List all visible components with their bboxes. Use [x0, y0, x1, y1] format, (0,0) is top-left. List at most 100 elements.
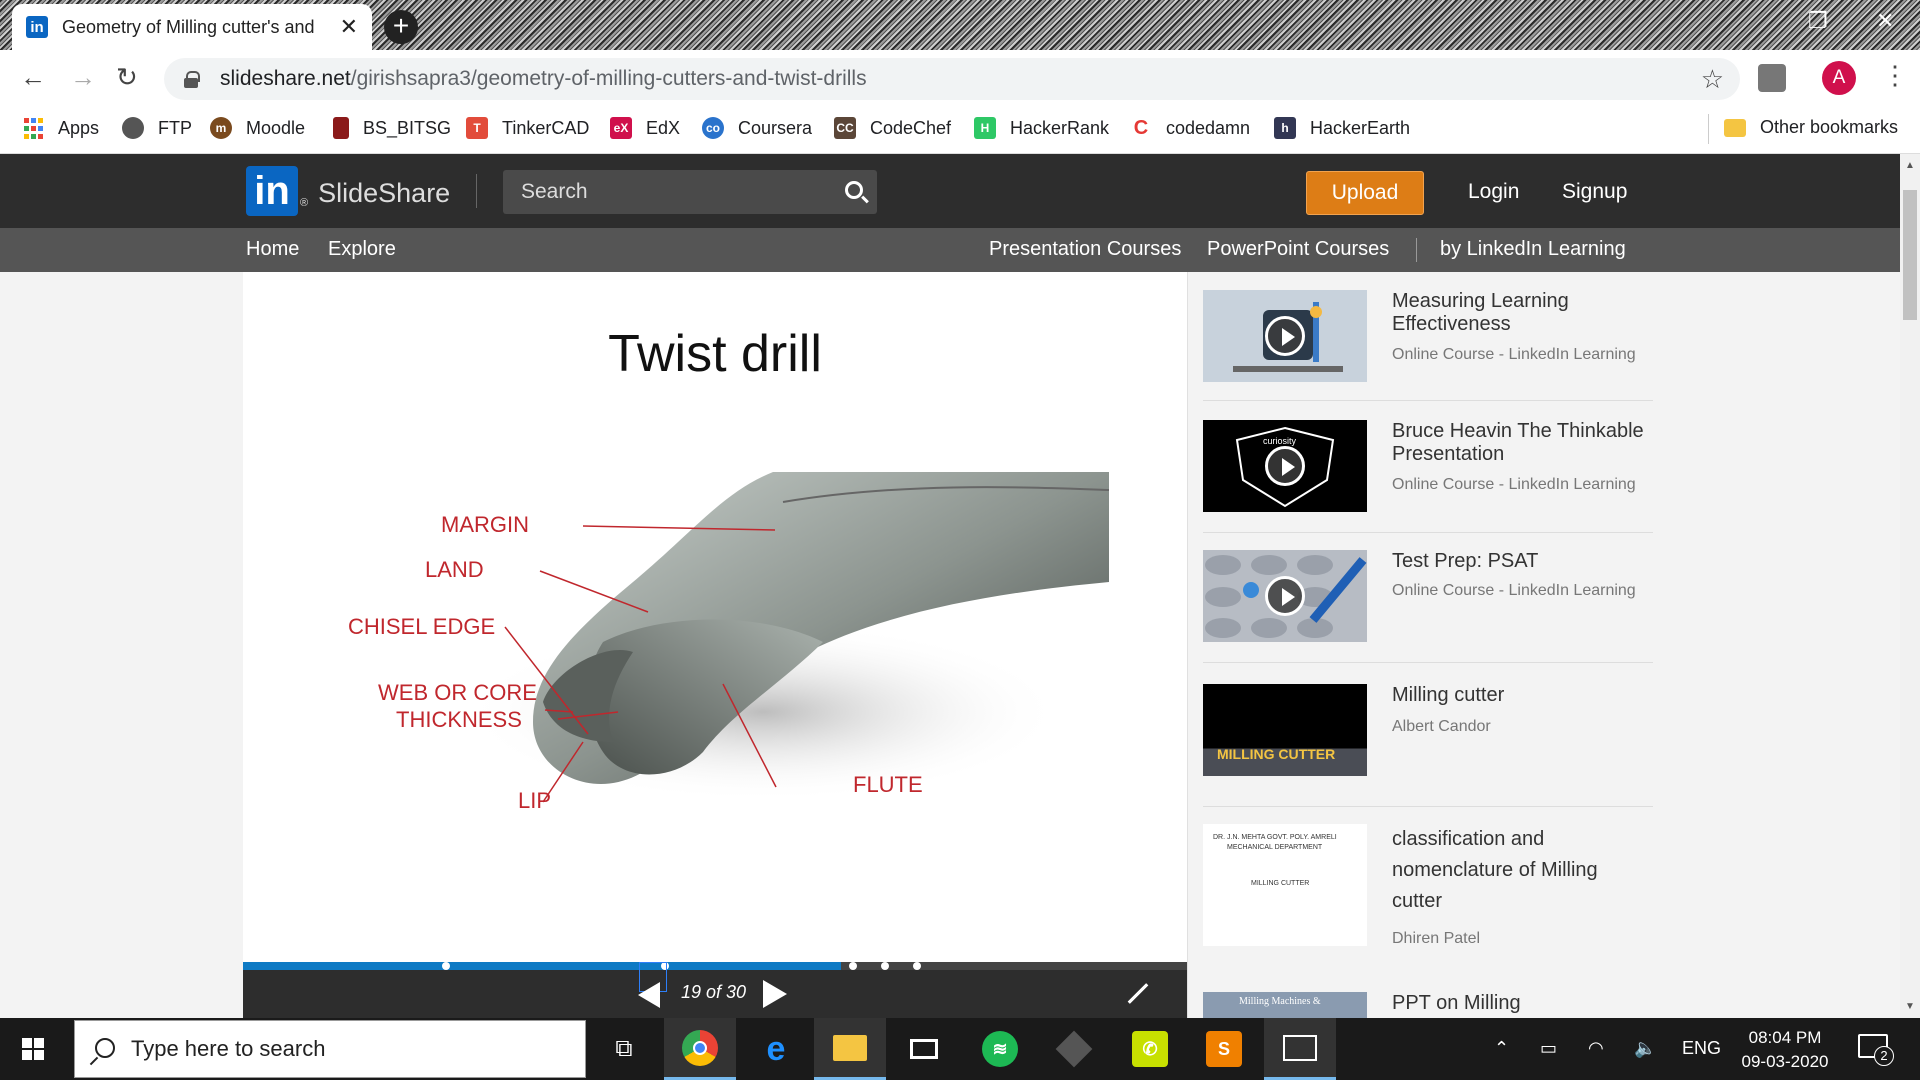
progress-marker[interactable]: [881, 962, 889, 970]
label-chisel-edge: CHISEL EDGE: [348, 614, 495, 639]
volume-icon[interactable]: 🔈: [1634, 1038, 1656, 1059]
related-item[interactable]: curiosity Bruce Heavin The Thinkable Pre…: [1203, 420, 1653, 536]
next-slide-button[interactable]: [763, 980, 787, 1008]
bookmark-hackerrank[interactable]: H HackerRank: [974, 117, 1109, 139]
whatsapp-icon[interactable]: ✆: [1114, 1018, 1186, 1080]
taskbar-search-input[interactable]: [131, 1021, 571, 1077]
related-thumbnail[interactable]: Milling Machines &: [1203, 992, 1367, 1018]
signup-link[interactable]: Signup: [1562, 180, 1627, 204]
nav-home[interactable]: Home: [246, 238, 299, 261]
back-button[interactable]: ←: [20, 62, 46, 93]
edge-icon[interactable]: e: [740, 1018, 812, 1080]
nav-presentation-courses[interactable]: Presentation Courses: [989, 238, 1181, 261]
related-thumbnail[interactable]: MILLING CUTTER: [1203, 684, 1367, 776]
related-item[interactable]: Measuring Learning Effectiveness Online …: [1203, 290, 1653, 406]
slide-viewer[interactable]: Twist drill MARGIN LAND CHISEL EDGE WEB …: [243, 272, 1187, 962]
sublime-text-icon[interactable]: S: [1188, 1018, 1260, 1080]
taskbar-search: [74, 1020, 586, 1078]
bookmark-codedamn[interactable]: Ccodedamn: [1130, 117, 1250, 139]
close-tab-icon[interactable]: ✕: [340, 14, 358, 40]
reload-button[interactable]: ↻: [116, 62, 138, 93]
search-input[interactable]: [503, 170, 823, 214]
profile-avatar[interactable]: A: [1822, 61, 1856, 95]
related-thumbnail[interactable]: curiosity: [1203, 420, 1367, 512]
bookmark-hackerearth[interactable]: h HackerEarth: [1274, 117, 1410, 139]
language-indicator[interactable]: ENG: [1682, 1038, 1721, 1059]
scrollbar-thumb[interactable]: [1903, 190, 1917, 320]
bookmark-apps[interactable]: Apps: [22, 117, 99, 139]
related-item[interactable]: MILLING CUTTER Milling cutter Albert Can…: [1203, 684, 1653, 807]
wifi-icon[interactable]: ◠: [1588, 1038, 1604, 1059]
page-scrollbar[interactable]: ▲ ▼: [1900, 154, 1920, 1018]
bookmark-tinkercad[interactable]: T TinkerCAD: [466, 117, 589, 139]
chrome-icon[interactable]: [664, 1018, 736, 1080]
label-lip: LIP: [518, 788, 551, 813]
related-title[interactable]: Measuring Learning Effectiveness: [1392, 290, 1652, 336]
scroll-down-icon[interactable]: ▼: [1905, 1001, 1915, 1012]
photos-icon[interactable]: [1264, 1018, 1336, 1080]
related-title[interactable]: Bruce Heavin The Thinkable Presentation: [1392, 420, 1652, 466]
restore-window-icon[interactable]: ❐: [1808, 8, 1828, 34]
previous-slide-button[interactable]: [638, 982, 660, 1008]
related-thumbnail[interactable]: [1203, 550, 1367, 642]
linkedin-logo-icon[interactable]: in: [246, 166, 298, 216]
play-icon[interactable]: [1265, 316, 1305, 356]
related-item[interactable]: Milling Machines & PPT on Milling: [1203, 992, 1653, 1018]
fullscreen-icon[interactable]: [1127, 982, 1149, 1004]
related-thumbnail[interactable]: [1203, 290, 1367, 382]
spotify-icon[interactable]: ≋: [964, 1018, 1036, 1080]
browser-tab-active[interactable]: in Geometry of Milling cutter's and ✕: [12, 4, 372, 50]
bookmark-codechef[interactable]: CC CodeChef: [834, 117, 951, 139]
related-title[interactable]: Milling cutter: [1392, 684, 1652, 707]
slideshare-brand[interactable]: ® SlideShare: [300, 178, 450, 209]
related-title[interactable]: PPT on Milling: [1392, 992, 1652, 1015]
bookmark-star-icon[interactable]: ☆: [1701, 64, 1724, 95]
battery-icon[interactable]: ▭: [1540, 1038, 1557, 1059]
page-content: in ®SlideShare Upload Login Signup Home …: [0, 154, 1900, 1018]
scroll-up-icon[interactable]: ▲: [1905, 160, 1915, 171]
bookmark-coursera[interactable]: co Coursera: [702, 117, 812, 139]
divider: [1203, 806, 1653, 807]
file-explorer-icon[interactable]: [814, 1018, 886, 1080]
extension-icon[interactable]: [1758, 64, 1786, 92]
menu-kebab-icon[interactable]: ⋮: [1882, 60, 1908, 91]
bookmark-bs-bitsg[interactable]: BS_BITSG: [333, 117, 451, 139]
progress-fill: [243, 962, 841, 970]
windows-start-icon[interactable]: [22, 1038, 44, 1060]
address-bar[interactable]: slideshare.net/girishsapra3/geometry-of-…: [164, 58, 1740, 100]
url-text[interactable]: slideshare.net/girishsapra3/geometry-of-…: [220, 67, 867, 91]
slide-progress-bar[interactable]: [243, 962, 1187, 970]
nav-powerpoint-courses[interactable]: PowerPoint Courses: [1207, 238, 1389, 261]
related-title[interactable]: classification and nomenclature of Milli…: [1392, 824, 1652, 917]
progress-marker[interactable]: [849, 962, 857, 970]
progress-marker[interactable]: [442, 962, 450, 970]
related-thumbnail[interactable]: DR. J.N. MEHTA GOVT. POLY. AMRELI MECHAN…: [1203, 824, 1367, 946]
upload-button[interactable]: Upload: [1306, 171, 1424, 215]
play-icon[interactable]: [1265, 446, 1305, 486]
play-icon[interactable]: [1265, 576, 1305, 616]
progress-marker[interactable]: [913, 962, 921, 970]
related-title[interactable]: Test Prep: PSAT: [1392, 550, 1652, 573]
close-window-icon[interactable]: ✕: [1876, 8, 1894, 34]
task-view-icon[interactable]: ⧉: [588, 1018, 660, 1080]
nav-linkedin-learning[interactable]: by LinkedIn Learning: [1440, 238, 1626, 261]
bookmark-ftp[interactable]: FTP: [122, 117, 192, 139]
bookmark-moodle[interactable]: m Moodle: [210, 117, 305, 139]
dolby-icon[interactable]: [888, 1018, 960, 1080]
moodle-icon: m: [210, 117, 232, 139]
app-icon[interactable]: [1038, 1018, 1110, 1080]
nav-explore[interactable]: Explore: [328, 238, 396, 261]
bookmark-other[interactable]: Other bookmarks: [1724, 117, 1898, 138]
related-item[interactable]: Test Prep: PSAT Online Course - LinkedIn…: [1203, 550, 1653, 666]
forward-button[interactable]: →: [70, 62, 96, 93]
nav-divider: [1416, 238, 1417, 262]
search-icon[interactable]: [845, 181, 863, 199]
taskbar-clock[interactable]: 08:04 PM 09-03-2020: [1730, 1026, 1840, 1074]
bookmark-edx[interactable]: eX EdX: [610, 117, 680, 139]
login-link[interactable]: Login: [1468, 180, 1519, 204]
tab-title: Geometry of Milling cutter's and: [62, 16, 315, 37]
related-item[interactable]: DR. J.N. MEHTA GOVT. POLY. AMRELI MECHAN…: [1203, 824, 1653, 960]
new-tab-button[interactable]: +: [384, 10, 418, 44]
show-hidden-icons[interactable]: ⌃: [1494, 1038, 1509, 1059]
notification-center-icon[interactable]: 2: [1858, 1034, 1894, 1066]
